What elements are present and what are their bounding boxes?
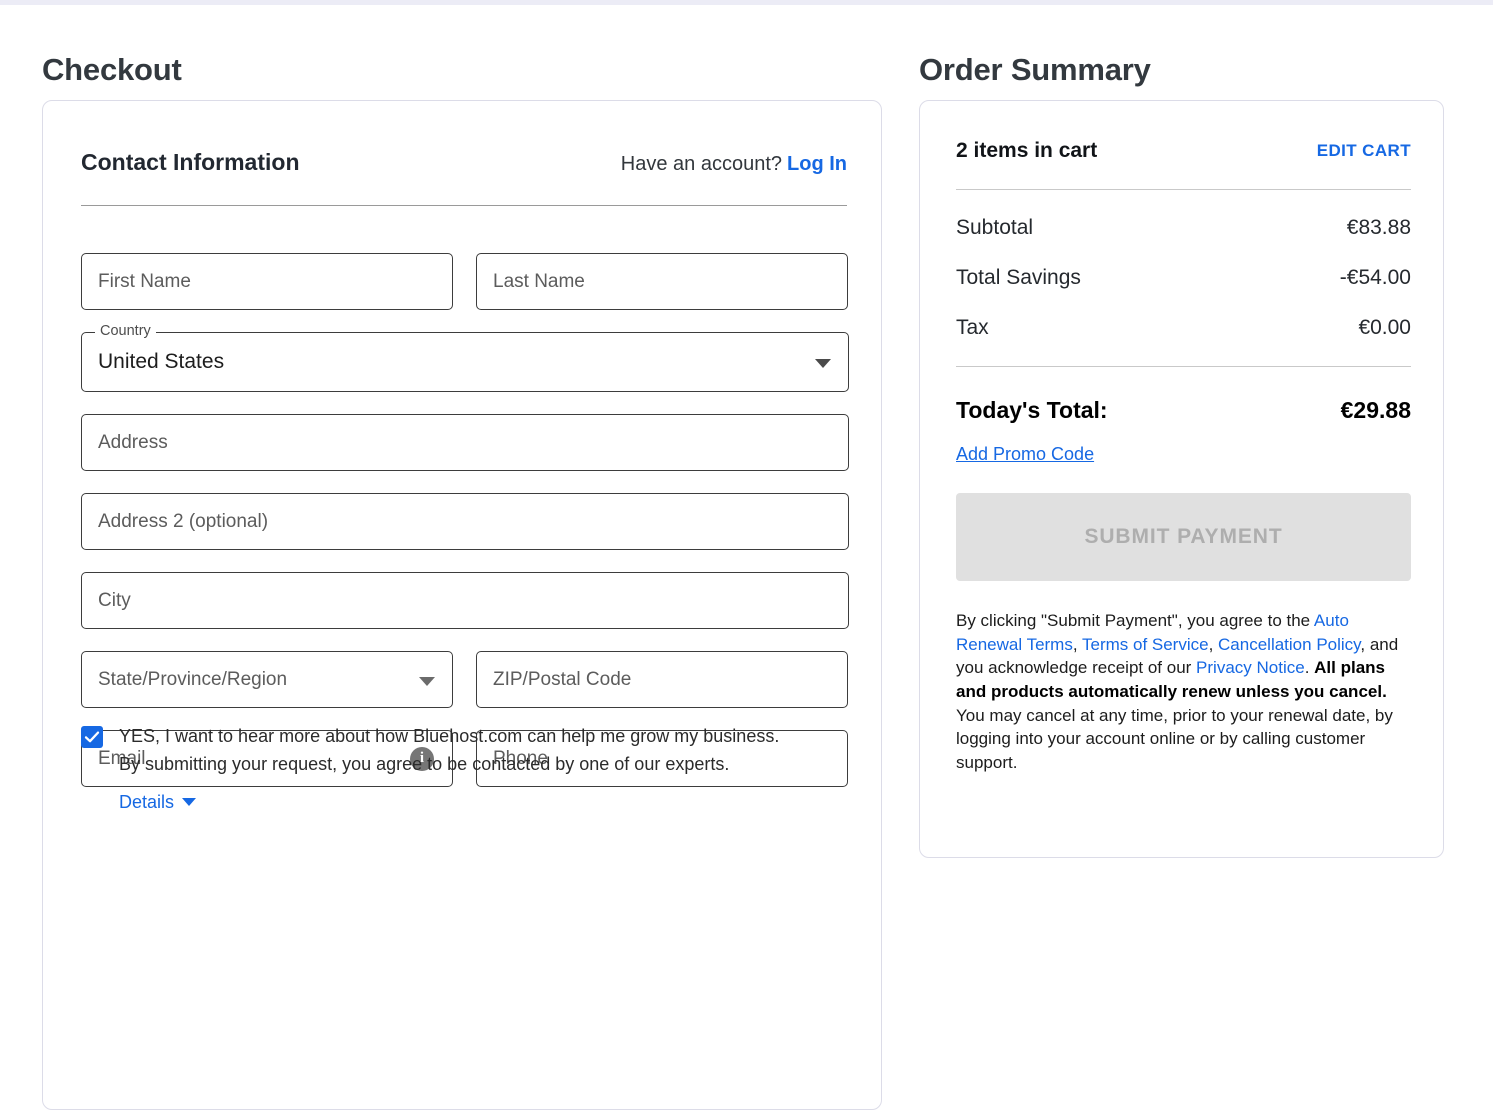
summary-line-value: €83.88 xyxy=(1346,216,1411,239)
todays-total-value: €29.88 xyxy=(1340,397,1411,423)
cart-header: 2 items in cart EDIT CART xyxy=(956,139,1411,163)
name-row: First Name Last Name xyxy=(81,253,849,310)
log-in-link[interactable]: Log In xyxy=(787,153,847,175)
details-label: Details xyxy=(119,791,175,812)
first-name-placeholder: First Name xyxy=(98,271,191,292)
top-accent-strip xyxy=(0,0,1493,5)
summary-line-tax: Tax €0.00 xyxy=(956,316,1411,340)
country-row: Country United States xyxy=(81,324,849,392)
order-summary-body: 2 items in cart EDIT CART Subtotal €83.8… xyxy=(956,139,1411,791)
submit-payment-button[interactable]: SUBMIT PAYMENT xyxy=(956,493,1411,581)
check-icon xyxy=(84,731,100,743)
contact-header: Contact Information Have an account? Log … xyxy=(81,149,847,176)
legal-text-3: , xyxy=(1208,634,1219,654)
order-summary-card: 2 items in cart EDIT CART Subtotal €83.8… xyxy=(919,100,1444,858)
cancellation-policy-link[interactable]: Cancellation Policy xyxy=(1218,635,1360,654)
country-value: United States xyxy=(98,350,225,373)
terms-of-service-link[interactable]: Terms of Service xyxy=(1082,635,1209,654)
last-name-placeholder: Last Name xyxy=(493,271,585,292)
legal-disclaimer: By clicking "Submit Payment", you agree … xyxy=(956,609,1411,774)
address2-input[interactable]: Address 2 (optional) xyxy=(81,493,849,550)
address-input[interactable]: Address xyxy=(81,414,849,471)
summary-line-label: Tax xyxy=(956,316,989,339)
optin-line-1: YES, I want to hear more about how Blueh… xyxy=(119,726,780,746)
state-placeholder: State/Province/Region xyxy=(98,669,288,690)
todays-total-row: Today's Total: €29.88 xyxy=(956,397,1411,424)
zip-input[interactable]: ZIP/Postal Code xyxy=(476,651,848,708)
city-row: City xyxy=(81,572,849,629)
summary-line-savings: Total Savings -€54.00 xyxy=(956,266,1411,290)
summary-line-label: Total Savings xyxy=(956,266,1081,289)
privacy-notice-link[interactable]: Privacy Notice xyxy=(1196,658,1305,677)
last-name-input[interactable]: Last Name xyxy=(476,253,848,310)
contact-information-card: Contact Information Have an account? Log … xyxy=(42,100,882,1110)
chevron-down-icon xyxy=(815,359,831,368)
summary-line-value: €0.00 xyxy=(1358,316,1411,339)
city-input[interactable]: City xyxy=(81,572,849,629)
contact-divider xyxy=(81,205,847,206)
address-placeholder: Address xyxy=(98,432,168,453)
account-prompt-text: Have an account? xyxy=(620,153,783,175)
cart-item-count: 2 items in cart xyxy=(956,139,1098,162)
summary-line-subtotal: Subtotal €83.88 xyxy=(956,216,1411,240)
city-placeholder: City xyxy=(98,590,131,611)
summary-divider-total xyxy=(956,366,1411,367)
page-title: Checkout xyxy=(42,51,182,87)
summary-divider-top xyxy=(956,189,1411,190)
zip-placeholder: ZIP/Postal Code xyxy=(493,669,632,690)
checkout-page: Checkout Contact Information Have an acc… xyxy=(0,0,1493,1110)
first-name-input[interactable]: First Name xyxy=(81,253,453,310)
address2-row: Address 2 (optional) xyxy=(81,493,849,550)
legal-text-1: By clicking "Submit Payment", you agree … xyxy=(956,611,1314,630)
todays-total-label: Today's Total: xyxy=(956,397,1108,423)
contact-information-heading: Contact Information xyxy=(81,149,300,175)
state-zip-row: State/Province/Region ZIP/Postal Code xyxy=(81,651,849,708)
optin-row: YES, I want to hear more about how Blueh… xyxy=(81,723,849,779)
edit-cart-link[interactable]: EDIT CART xyxy=(1317,141,1411,161)
address2-placeholder: Address 2 (optional) xyxy=(98,511,269,532)
legal-text-2: , xyxy=(1072,634,1082,654)
details-toggle[interactable]: Details xyxy=(119,791,197,813)
state-select[interactable]: State/Province/Region xyxy=(81,651,453,708)
chevron-down-icon xyxy=(182,798,197,807)
country-select[interactable]: Country United States xyxy=(81,324,849,392)
optin-line-2: By submitting your request, you agree to… xyxy=(119,753,730,774)
legal-text-6: You may cancel at any time, prior to you… xyxy=(956,705,1393,772)
address-row: Address xyxy=(81,414,849,471)
marketing-optin-checkbox[interactable] xyxy=(81,726,103,748)
summary-line-value: -€54.00 xyxy=(1339,266,1411,289)
summary-line-label: Subtotal xyxy=(956,216,1034,239)
optin-text: YES, I want to hear more about how Blueh… xyxy=(119,723,779,779)
chevron-down-icon xyxy=(419,676,435,686)
order-summary-title: Order Summary xyxy=(919,51,1151,87)
account-prompt: Have an account? Log In xyxy=(621,153,847,176)
add-promo-code-link[interactable]: Add Promo Code xyxy=(956,444,1094,465)
marketing-optin: YES, I want to hear more about how Blueh… xyxy=(81,723,849,813)
country-label: Country xyxy=(95,324,156,339)
legal-text-5: . xyxy=(1304,658,1315,678)
